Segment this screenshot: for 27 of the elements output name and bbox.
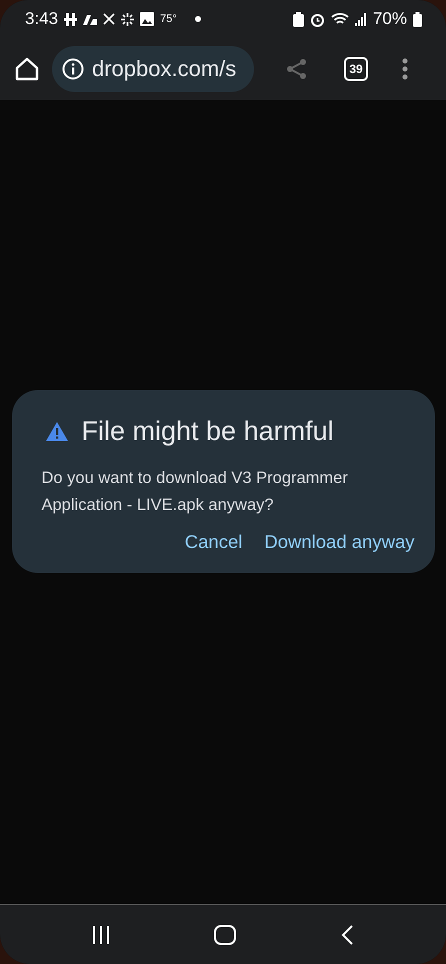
notification-dot-icon <box>194 16 201 22</box>
recent-apps-button[interactable] <box>92 926 110 944</box>
download-button[interactable]: Download anyway <box>264 531 414 553</box>
warning-icon <box>46 422 68 441</box>
info-icon <box>62 58 84 80</box>
battery-saver-icon <box>292 12 304 26</box>
signal-icon <box>354 12 367 26</box>
sparkle-icon <box>121 12 134 26</box>
url-text: dropbox.com/s <box>92 56 236 82</box>
home-button[interactable] <box>14 57 40 81</box>
home-nav-button[interactable] <box>214 924 236 944</box>
image-icon <box>140 12 154 26</box>
dialog-message: Do you want to download V3 Programmer Application - LIVE.apk anyway? <box>42 468 349 516</box>
alarm-icon <box>310 12 325 26</box>
battery-percent: 70% <box>372 9 407 29</box>
share-button[interactable] <box>286 58 308 80</box>
address-bar[interactable]: dropbox.com/s <box>52 46 254 92</box>
battery-icon <box>413 12 422 26</box>
menu-button[interactable] <box>402 58 408 80</box>
back-button[interactable] <box>340 924 354 944</box>
x-icon <box>103 13 116 25</box>
clock-time: 3:43 <box>25 9 58 29</box>
dialog-title: File might be harmful <box>82 416 334 447</box>
tab-switcher-button[interactable]: 39 <box>344 57 368 81</box>
weather-temperature: 75° <box>160 13 177 25</box>
wifi-icon <box>330 12 349 26</box>
cancel-button[interactable]: Cancel <box>184 531 242 553</box>
